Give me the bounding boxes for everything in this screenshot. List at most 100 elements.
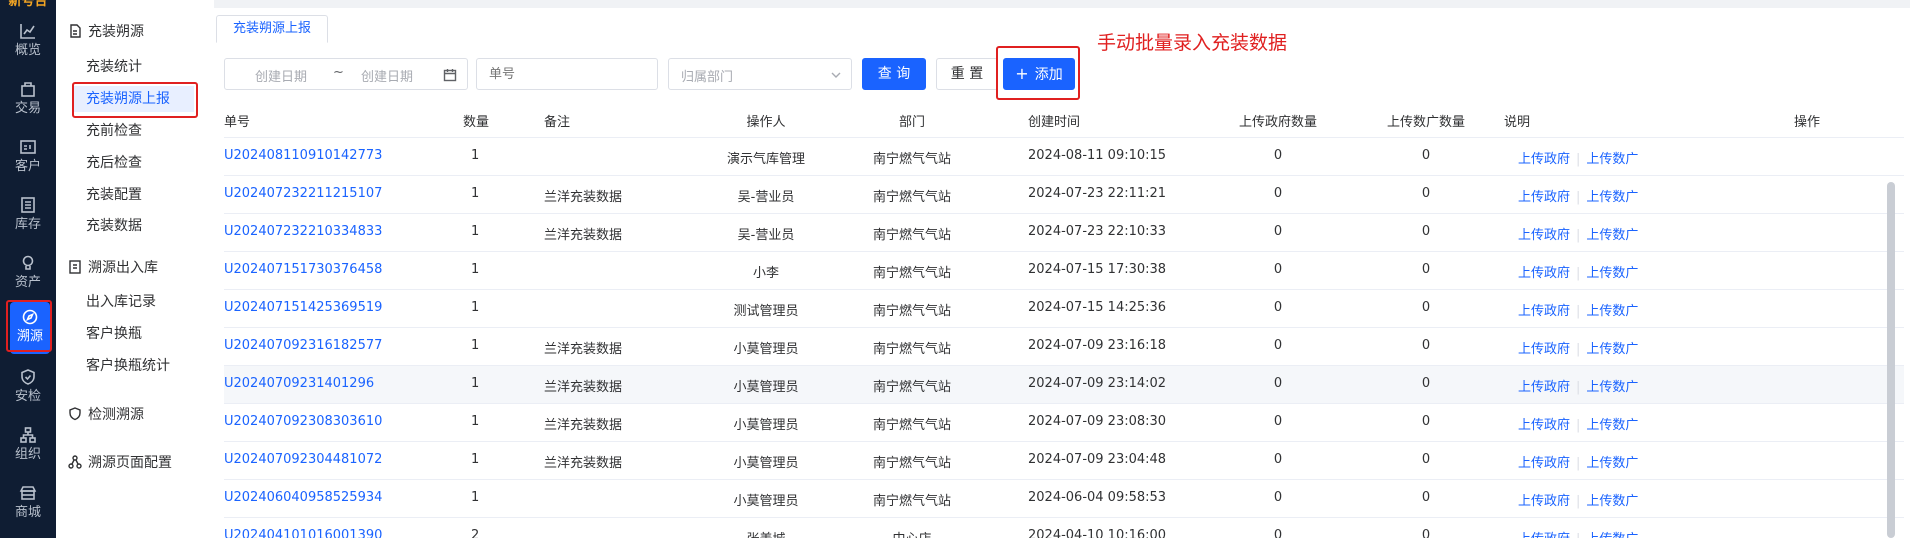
cell-gov-upload: 0 bbox=[1273, 148, 1283, 163]
row-actions: 上传政府 | 上传数广 bbox=[1518, 490, 1638, 509]
annotation-text: 手动批量录入充装数据 bbox=[1097, 32, 1288, 54]
add-annotation-box bbox=[996, 46, 1080, 100]
upload-dg-link[interactable]: 上传数广 bbox=[1586, 456, 1638, 471]
upload-gov-link[interactable]: 上传政府 bbox=[1518, 494, 1570, 509]
action-separator: | bbox=[1576, 532, 1580, 538]
cell-dept: 南宁燃气气站 bbox=[872, 152, 951, 167]
brand-logo: 新号台 bbox=[8, 0, 48, 9]
store-icon bbox=[19, 486, 37, 500]
cell-order-no[interactable]: U202407092316182577 bbox=[224, 338, 382, 353]
cell-qty: 1 bbox=[471, 452, 480, 467]
menu-group-inspect-trace[interactable]: 检测溯源 bbox=[68, 403, 144, 427]
upload-gov-link[interactable]: 上传政府 bbox=[1518, 304, 1570, 319]
row-actions: 上传政府 | 上传数广 bbox=[1518, 262, 1638, 281]
action-separator: | bbox=[1576, 342, 1581, 357]
upload-dg-link[interactable]: 上传数广 bbox=[1586, 266, 1638, 281]
cell-dept: 南宁燃气气站 bbox=[872, 190, 951, 205]
date-range-picker[interactable]: 创建日期 ~ 创建日期 bbox=[224, 58, 468, 90]
row-actions: 上传政府 | 上传数广 bbox=[1518, 148, 1638, 167]
upload-dg-link[interactable]: 上传数广 bbox=[1586, 380, 1638, 395]
rail-item-safety[interactable]: 安检 bbox=[0, 362, 56, 418]
upload-dg-link[interactable]: 上传数广 bbox=[1586, 532, 1638, 538]
cell-dg-upload: 0 bbox=[1421, 376, 1431, 391]
cell-order-no[interactable]: U202407092304481072 bbox=[224, 452, 382, 467]
menu-group-stock-trace[interactable]: 溯源出入库 bbox=[68, 256, 158, 280]
cell-order-no[interactable]: U202407151730376458 bbox=[224, 262, 382, 277]
menu-item-customer-swap[interactable]: 客户换瓶 bbox=[86, 321, 142, 347]
cell-order-no[interactable]: U202404101016001390 bbox=[224, 528, 382, 538]
cell-note: 兰洋充装数据 bbox=[544, 456, 623, 471]
menu-group-fill-trace[interactable]: 充装朔源 bbox=[68, 20, 144, 44]
department-select[interactable]: 归属部门 bbox=[668, 58, 852, 90]
upload-dg-link[interactable]: 上传数广 bbox=[1586, 418, 1638, 433]
menu-item-post-check[interactable]: 充后检查 bbox=[86, 150, 142, 176]
cell-order-no[interactable]: U202407151425369519 bbox=[224, 300, 382, 315]
upload-gov-link[interactable]: 上传政府 bbox=[1518, 228, 1570, 243]
table-scrollbar[interactable] bbox=[1887, 182, 1895, 538]
rail-item-store[interactable]: 商城 bbox=[0, 478, 56, 534]
rail-item-customer[interactable]: 客户 bbox=[0, 132, 56, 188]
upload-dg-link[interactable]: 上传数广 bbox=[1586, 304, 1638, 319]
rail-item-asset[interactable]: 资产 bbox=[0, 248, 56, 304]
col-actions: 操作 bbox=[1794, 115, 1821, 130]
rail-item-inventory[interactable]: 库存 bbox=[0, 190, 56, 246]
rail-item-overview[interactable]: 概览 bbox=[0, 16, 56, 72]
menu-item-fill-data[interactable]: 充装数据 bbox=[86, 213, 142, 239]
row-actions: 上传政府 | 上传数广 bbox=[1518, 338, 1638, 357]
table-row: U202407092304481072 1 兰洋充装数据 小莫管理员 南宁燃气气站 202… bbox=[224, 442, 1904, 480]
menu-item-pre-check[interactable]: 充前检查 bbox=[86, 118, 142, 144]
menu-item-fill-config[interactable]: 充装配置 bbox=[86, 182, 142, 208]
cell-operator: 张美城 bbox=[706, 528, 826, 538]
share-nodes-icon bbox=[68, 455, 82, 469]
menu-item-swap-stats[interactable]: 客户换瓶统计 bbox=[86, 353, 170, 379]
cell-dept: 南宁燃气气站 bbox=[872, 304, 951, 319]
cell-dept: 南宁燃气气站 bbox=[872, 342, 951, 357]
menu-group-trace-page-config[interactable]: 溯源页面配置 bbox=[68, 451, 172, 475]
cell-order-no[interactable]: U202406040958525934 bbox=[224, 490, 382, 505]
upload-gov-link[interactable]: 上传政府 bbox=[1518, 266, 1570, 281]
upload-gov-link[interactable]: 上传政府 bbox=[1518, 190, 1570, 205]
upload-dg-link[interactable]: 上传数广 bbox=[1586, 152, 1638, 167]
rail-label: 客户 bbox=[14, 159, 41, 174]
upload-gov-link[interactable]: 上传政府 bbox=[1518, 152, 1570, 167]
cell-order-no[interactable]: U202407092308303610 bbox=[224, 414, 382, 429]
menu-item-stock-records[interactable]: 出入库记录 bbox=[86, 289, 156, 315]
rail-item-trade[interactable]: 交易 bbox=[0, 74, 56, 130]
cell-qty: 1 bbox=[471, 148, 480, 163]
upload-gov-link[interactable]: 上传政府 bbox=[1518, 342, 1570, 357]
table-row: U202407092316182577 1 兰洋充装数据 小莫管理员 南宁燃气气站 202… bbox=[224, 328, 1904, 366]
upload-dg-link[interactable]: 上传数广 bbox=[1586, 342, 1638, 357]
upload-dg-link[interactable]: 上传数广 bbox=[1586, 494, 1638, 509]
upload-gov-link[interactable]: 上传政府 bbox=[1518, 456, 1570, 471]
cell-note: 兰洋充装数据 bbox=[544, 418, 623, 433]
cell-dg-upload: 0 bbox=[1421, 186, 1431, 201]
cell-operator: 小莫管理员 bbox=[733, 494, 799, 509]
cell-order-no[interactable]: U202408110910142773 bbox=[224, 148, 382, 163]
cell-dg-upload: 0 bbox=[1421, 262, 1431, 277]
cell-dg-upload: 0 bbox=[1421, 224, 1431, 239]
table-row: U202407232210334833 1 兰洋充装数据 吴-营业员 南宁燃气气站 202… bbox=[224, 214, 1904, 252]
upload-gov-link[interactable]: 上传政府 bbox=[1518, 418, 1570, 433]
menu-item-fill-stats[interactable]: 充装统计 bbox=[86, 54, 142, 80]
tab-fill-trace-report[interactable]: 充装朔源上报 bbox=[216, 15, 329, 43]
cell-order-no[interactable]: U202407232210334833 bbox=[224, 224, 382, 239]
cell-order-no[interactable]: U20240709231401296 bbox=[224, 376, 374, 391]
tab-bar: 充装朔源上报 bbox=[214, 0, 1924, 44]
main-area: 充装朔源上报 创建日期 ~ 创建日期 归属部门 查 询 重 置 +添加 手动批量… bbox=[214, 0, 1924, 538]
upload-gov-link[interactable]: 上传政府 bbox=[1518, 532, 1570, 538]
upload-gov-link[interactable]: 上传政府 bbox=[1518, 380, 1570, 395]
order-number-input[interactable] bbox=[476, 58, 658, 90]
cell-dg-upload: 0 bbox=[1421, 414, 1431, 429]
cell-created: 2024-04-10 10:16:00 bbox=[1028, 528, 1167, 538]
reset-button[interactable]: 重 置 bbox=[936, 58, 998, 90]
cell-order-no[interactable]: U202407232211215107 bbox=[224, 186, 382, 201]
query-button[interactable]: 查 询 bbox=[862, 58, 926, 90]
row-actions: 上传政府 | 上传数广 bbox=[1518, 414, 1638, 433]
rail-label: 库存 bbox=[14, 217, 41, 232]
rail-item-org[interactable]: 组织 bbox=[0, 420, 56, 476]
cell-operator: 小莫管理员 bbox=[733, 456, 799, 471]
upload-dg-link[interactable]: 上传数广 bbox=[1586, 190, 1638, 205]
rail-label: 资产 bbox=[14, 275, 41, 290]
upload-dg-link[interactable]: 上传数广 bbox=[1586, 228, 1638, 243]
cell-operator: 小莫管理员 bbox=[733, 342, 799, 357]
